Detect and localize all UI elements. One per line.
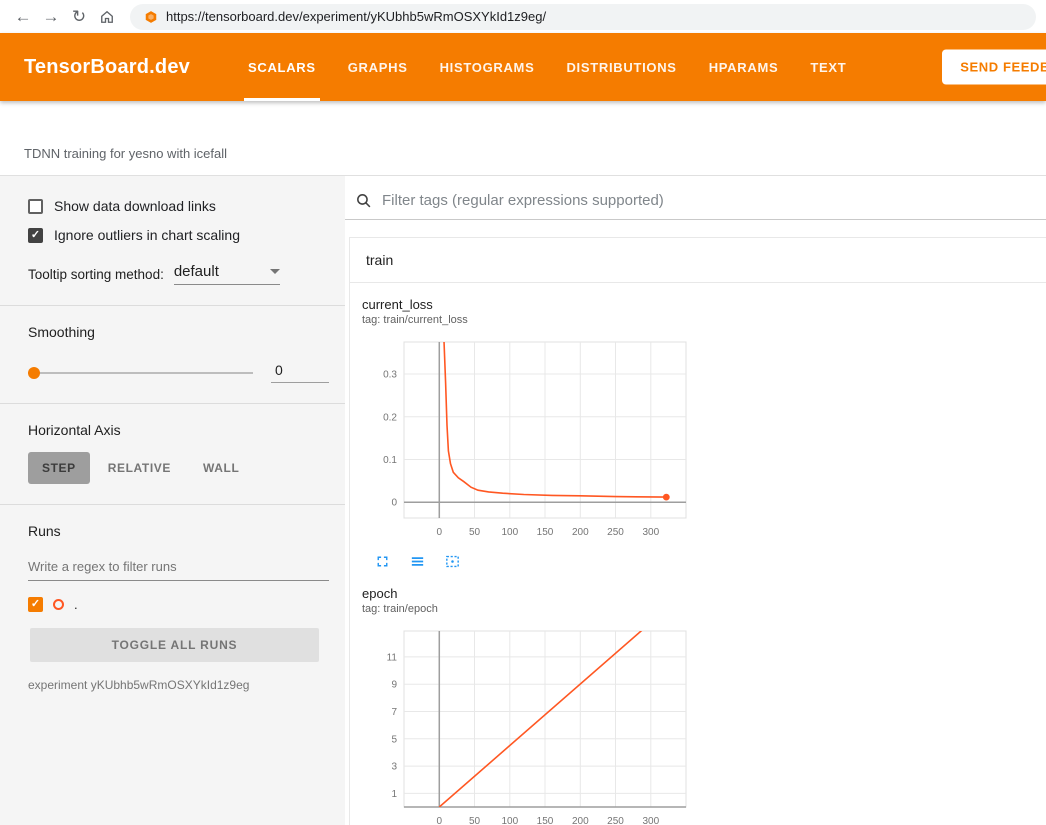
checkbox-label: Ignore outliers in chart scaling (54, 227, 240, 243)
send-feedback-button[interactable]: SEND FEEDBACK (942, 50, 1046, 85)
search-icon (355, 192, 372, 209)
content-area: Show data download links Ignore outliers… (0, 176, 1046, 825)
tab-histograms[interactable]: HISTOGRAMS (424, 33, 551, 101)
back-icon[interactable]: ← (10, 4, 36, 30)
main-panel: train current_loss tag: train/current_los… (345, 176, 1046, 825)
tag-filter-input[interactable] (382, 192, 1038, 209)
svg-text:200: 200 (572, 527, 589, 538)
horizontal-axis-label: Horizontal Axis (28, 422, 329, 438)
axis-relative-button[interactable]: RELATIVE (94, 452, 185, 484)
svg-text:100: 100 (501, 527, 518, 538)
svg-text:300: 300 (642, 816, 659, 825)
tag-filter (345, 176, 1046, 220)
line-chart[interactable]: 0 50 100 150 200 250 300 0 0.1 0.2 0.3 (362, 334, 692, 544)
svg-text:0.3: 0.3 (383, 370, 397, 381)
tab-distributions[interactable]: DISTRIBUTIONS (550, 33, 692, 101)
tensorboard-favicon-icon (144, 10, 158, 24)
tooltip-sorting-row: Tooltip sorting method: default (28, 263, 329, 285)
tab-text[interactable]: TEXT (794, 33, 862, 101)
runs-table-icon[interactable] (409, 553, 426, 570)
chart-card: epoch tag: train/epoch 0 50 100 150 200 250 300 1… (362, 586, 700, 825)
toggle-all-runs-button[interactable]: TOGGLE ALL RUNS (30, 628, 319, 662)
url-text: https://tensorboard.dev/experiment/yKUbh… (166, 9, 546, 24)
checkbox-label: Show data download links (54, 198, 216, 214)
svg-text:0: 0 (437, 527, 443, 538)
divider (0, 403, 345, 404)
svg-text:1: 1 (391, 789, 397, 800)
svg-text:11: 11 (387, 652, 398, 663)
svg-text:0: 0 (391, 498, 397, 509)
axis-wall-button[interactable]: WALL (189, 452, 253, 484)
experiment-description: TDNN training for yesno with icefall (0, 101, 1046, 176)
chart-tag: tag: train/current_loss (362, 314, 700, 326)
svg-text:250: 250 (607, 527, 624, 538)
train-section-header[interactable]: train (350, 238, 1046, 283)
chart-title: current_loss (362, 297, 700, 312)
fit-domain-icon[interactable] (444, 553, 461, 570)
svg-text:100: 100 (501, 816, 518, 825)
brand-title: TensorBoard.dev (24, 56, 190, 79)
tooltip-sorting-value: default (174, 263, 219, 280)
app-header: TensorBoard.dev SCALARS GRAPHS HISTOGRAM… (0, 33, 1046, 101)
svg-text:250: 250 (607, 816, 624, 825)
chevron-down-icon (270, 269, 280, 274)
reload-icon[interactable]: ↻ (66, 4, 92, 30)
tab-hparams[interactable]: HPARAMS (693, 33, 795, 101)
svg-text:200: 200 (572, 816, 589, 825)
tooltip-sorting-select[interactable]: default (174, 263, 280, 285)
run-checkbox-icon[interactable] (28, 597, 43, 612)
svg-text:3: 3 (391, 762, 397, 773)
smoothing-label: Smoothing (28, 324, 329, 340)
svg-text:0.2: 0.2 (383, 412, 397, 423)
tab-scalars[interactable]: SCALARS (232, 33, 332, 101)
smoothing-row: 0 (28, 362, 329, 383)
nav-tabs: SCALARS GRAPHS HISTOGRAMS DISTRIBUTIONS … (232, 33, 862, 101)
chart-toolbar (362, 549, 700, 570)
horizontal-axis-buttons: STEP RELATIVE WALL (28, 452, 329, 484)
svg-text:300: 300 (642, 527, 659, 538)
chart-title: epoch (362, 586, 700, 601)
ignore-outliers-checkbox[interactable]: Ignore outliers in chart scaling (28, 227, 329, 243)
checkbox-icon[interactable] (28, 199, 43, 214)
chart-card: current_loss tag: train/current_loss 0 50 10… (362, 297, 700, 570)
svg-text:5: 5 (391, 734, 397, 745)
settings-sidebar: Show data download links Ignore outliers… (0, 176, 345, 825)
svg-text:7: 7 (391, 707, 397, 718)
home-icon[interactable] (94, 4, 120, 30)
svg-text:9: 9 (391, 680, 397, 691)
smoothing-value[interactable]: 0 (271, 362, 329, 383)
svg-text:0: 0 (437, 816, 443, 825)
browser-toolbar: ← → ↻ https://tensorboard.dev/experiment… (0, 0, 1046, 33)
train-section: train current_loss tag: train/current_los… (349, 237, 1046, 825)
svg-text:150: 150 (537, 527, 554, 538)
divider (0, 305, 345, 306)
experiment-id: experiment yKUbhb5wRmOSXYkId1z9eg (28, 678, 329, 692)
address-bar[interactable]: https://tensorboard.dev/experiment/yKUbh… (130, 4, 1036, 30)
svg-text:50: 50 (469, 527, 481, 538)
forward-icon[interactable]: → (38, 4, 64, 30)
run-row[interactable]: . (28, 597, 329, 612)
tooltip-sorting-label: Tooltip sorting method: (28, 267, 164, 282)
run-color-icon (53, 599, 64, 610)
run-name: . (74, 597, 78, 612)
expand-chart-icon[interactable] (374, 553, 391, 570)
show-download-links-checkbox[interactable]: Show data download links (28, 198, 329, 214)
divider (0, 504, 345, 505)
axis-step-button[interactable]: STEP (28, 452, 90, 484)
runs-filter-input[interactable] (28, 553, 329, 581)
svg-text:50: 50 (469, 816, 481, 825)
tab-graphs[interactable]: GRAPHS (332, 33, 424, 101)
slider-knob[interactable] (28, 367, 40, 379)
chart-tag: tag: train/epoch (362, 603, 700, 615)
svg-text:150: 150 (537, 816, 554, 825)
svg-text:0.1: 0.1 (383, 455, 397, 466)
checkbox-icon[interactable] (28, 228, 43, 243)
line-chart[interactable]: 0 50 100 150 200 250 300 1 3 5 7 9 11 (362, 623, 692, 825)
smoothing-slider[interactable] (28, 372, 253, 374)
charts-grid: current_losstag: train/current_loss05010… (350, 283, 1046, 825)
runs-label: Runs (28, 523, 329, 539)
